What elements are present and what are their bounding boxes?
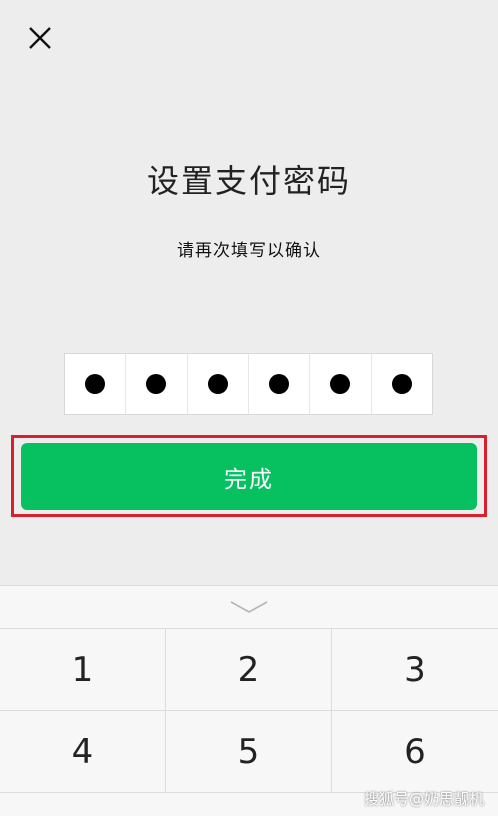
done-button[interactable]: 完成 [21,443,477,510]
pin-cell [188,354,249,414]
keyboard-collapse-button[interactable] [0,586,498,628]
key-1[interactable]: 1 [0,629,166,711]
pin-cell [126,354,188,414]
pin-cell [372,354,432,414]
watermark: 搜狐号@奶思靓机 [363,790,484,808]
pin-dot [330,374,351,394]
pin-cell [65,354,127,414]
key-6[interactable]: 6 [332,711,498,793]
key-4[interactable]: 4 [0,711,166,793]
pin-dot [391,374,412,394]
pin-dot [269,374,290,394]
number-keyboard: 1 2 3 4 5 6 [0,585,498,816]
key-2[interactable]: 2 [166,629,332,711]
pin-cell [310,354,372,414]
page-title: 设置支付密码 [146,162,351,200]
key-5[interactable]: 5 [166,711,332,793]
close-button[interactable] [24,22,56,54]
page-subtitle: 请再次填写以确认 [177,241,321,261]
close-icon [29,27,51,49]
chevron-down-icon [230,601,268,613]
pin-dot [207,374,228,394]
key-3[interactable]: 3 [332,629,498,711]
pin-dot [146,374,167,394]
pin-input[interactable] [64,353,433,415]
pin-dot [85,374,106,394]
pin-cell [249,354,311,414]
keypad: 1 2 3 4 5 6 [0,628,498,793]
